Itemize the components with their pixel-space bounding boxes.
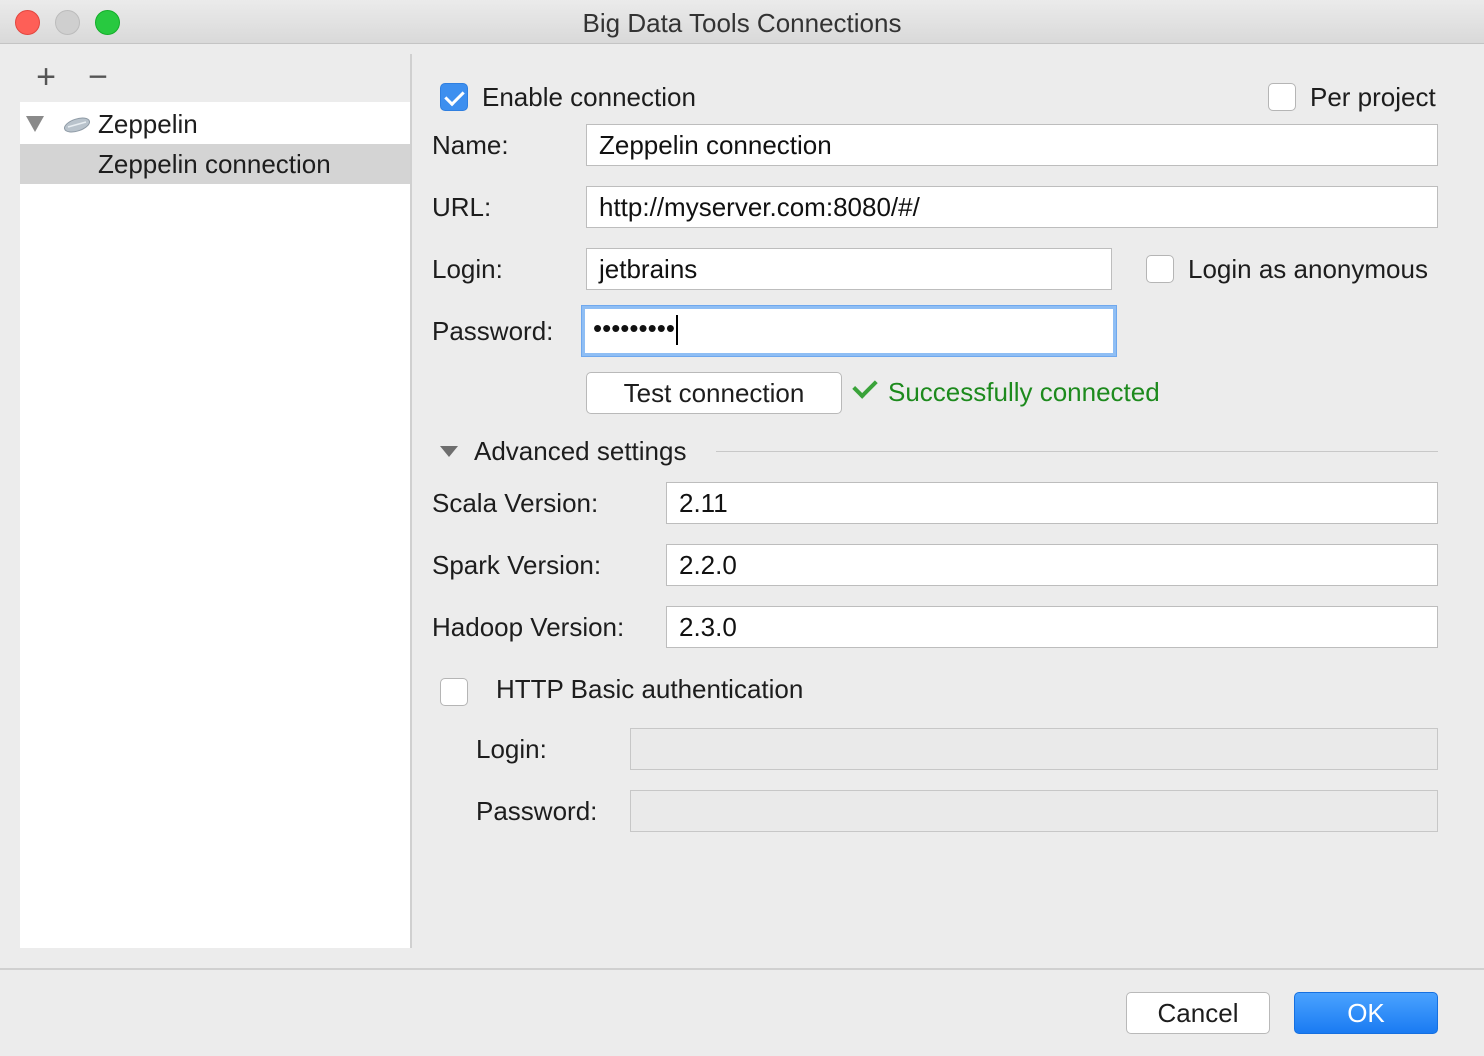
http-password-label: Password: [476, 796, 598, 826]
zeppelin-icon [63, 117, 91, 133]
login-input[interactable]: jetbrains [586, 248, 1112, 290]
tree-item-zeppelin[interactable]: Zeppelin [20, 104, 410, 144]
title-bar: Big Data Tools Connections [0, 0, 1484, 44]
cancel-button[interactable]: Cancel [1126, 992, 1270, 1034]
hadoop-version-label: Hadoop Version: [432, 612, 625, 642]
splitter[interactable] [410, 54, 412, 948]
name-label: Name: [432, 130, 509, 160]
tree-item-label: Zeppelin [98, 109, 198, 139]
connection-status-text: Successfully connected [888, 377, 1160, 407]
password-value: ••••••••• [593, 313, 675, 343]
scala-version-label: Scala Version: [432, 488, 599, 518]
url-label: URL: [432, 192, 492, 222]
success-check-icon [852, 373, 878, 399]
http-basic-auth-checkbox[interactable] [440, 678, 468, 706]
enable-connection-checkbox[interactable] [440, 83, 468, 111]
collapse-arrow-icon[interactable] [440, 446, 458, 457]
login-label: Login: [432, 254, 503, 284]
spark-version-label: Spark Version: [432, 550, 602, 580]
per-project-label[interactable]: Per project [1310, 79, 1436, 115]
http-password-input [630, 790, 1438, 832]
text-caret [675, 315, 678, 346]
url-input[interactable]: http://myserver.com:8080/#/ [586, 186, 1438, 228]
login-anonymous-checkbox[interactable] [1146, 255, 1174, 283]
login-anonymous-label[interactable]: Login as anonymous [1188, 251, 1428, 287]
password-label: Password: [432, 316, 554, 346]
http-login-input [630, 728, 1438, 770]
connections-tree: Zeppelin Zeppelin connection [20, 102, 410, 948]
enable-connection-label[interactable]: Enable connection [482, 79, 696, 115]
connections-toolbar: + − [20, 58, 410, 98]
name-input[interactable]: Zeppelin connection [586, 124, 1438, 166]
advanced-settings-header[interactable]: Advanced settings [474, 433, 686, 469]
test-connection-button[interactable]: Test connection [586, 372, 842, 414]
http-login-label: Login: [476, 734, 547, 764]
scala-version-input[interactable]: 2.11 [666, 482, 1438, 524]
ok-button[interactable]: OK [1294, 992, 1438, 1034]
hadoop-version-input[interactable]: 2.3.0 [666, 606, 1438, 648]
footer-separator [0, 968, 1484, 970]
add-connection-button[interactable]: + [26, 58, 66, 98]
expand-arrow-icon[interactable] [26, 116, 44, 132]
remove-connection-button[interactable]: − [78, 58, 118, 98]
section-divider [716, 451, 1438, 452]
spark-version-input[interactable]: 2.2.0 [666, 544, 1438, 586]
http-basic-auth-label[interactable]: HTTP Basic authentication [496, 671, 803, 707]
tree-item-zeppelin-connection[interactable]: Zeppelin connection [20, 144, 410, 184]
per-project-checkbox[interactable] [1268, 83, 1296, 111]
password-input[interactable]: ••••••••• [582, 306, 1116, 356]
connection-status: Successfully connected [850, 373, 1160, 410]
window-title: Big Data Tools Connections [582, 8, 902, 38]
tree-item-label: Zeppelin connection [98, 149, 331, 179]
